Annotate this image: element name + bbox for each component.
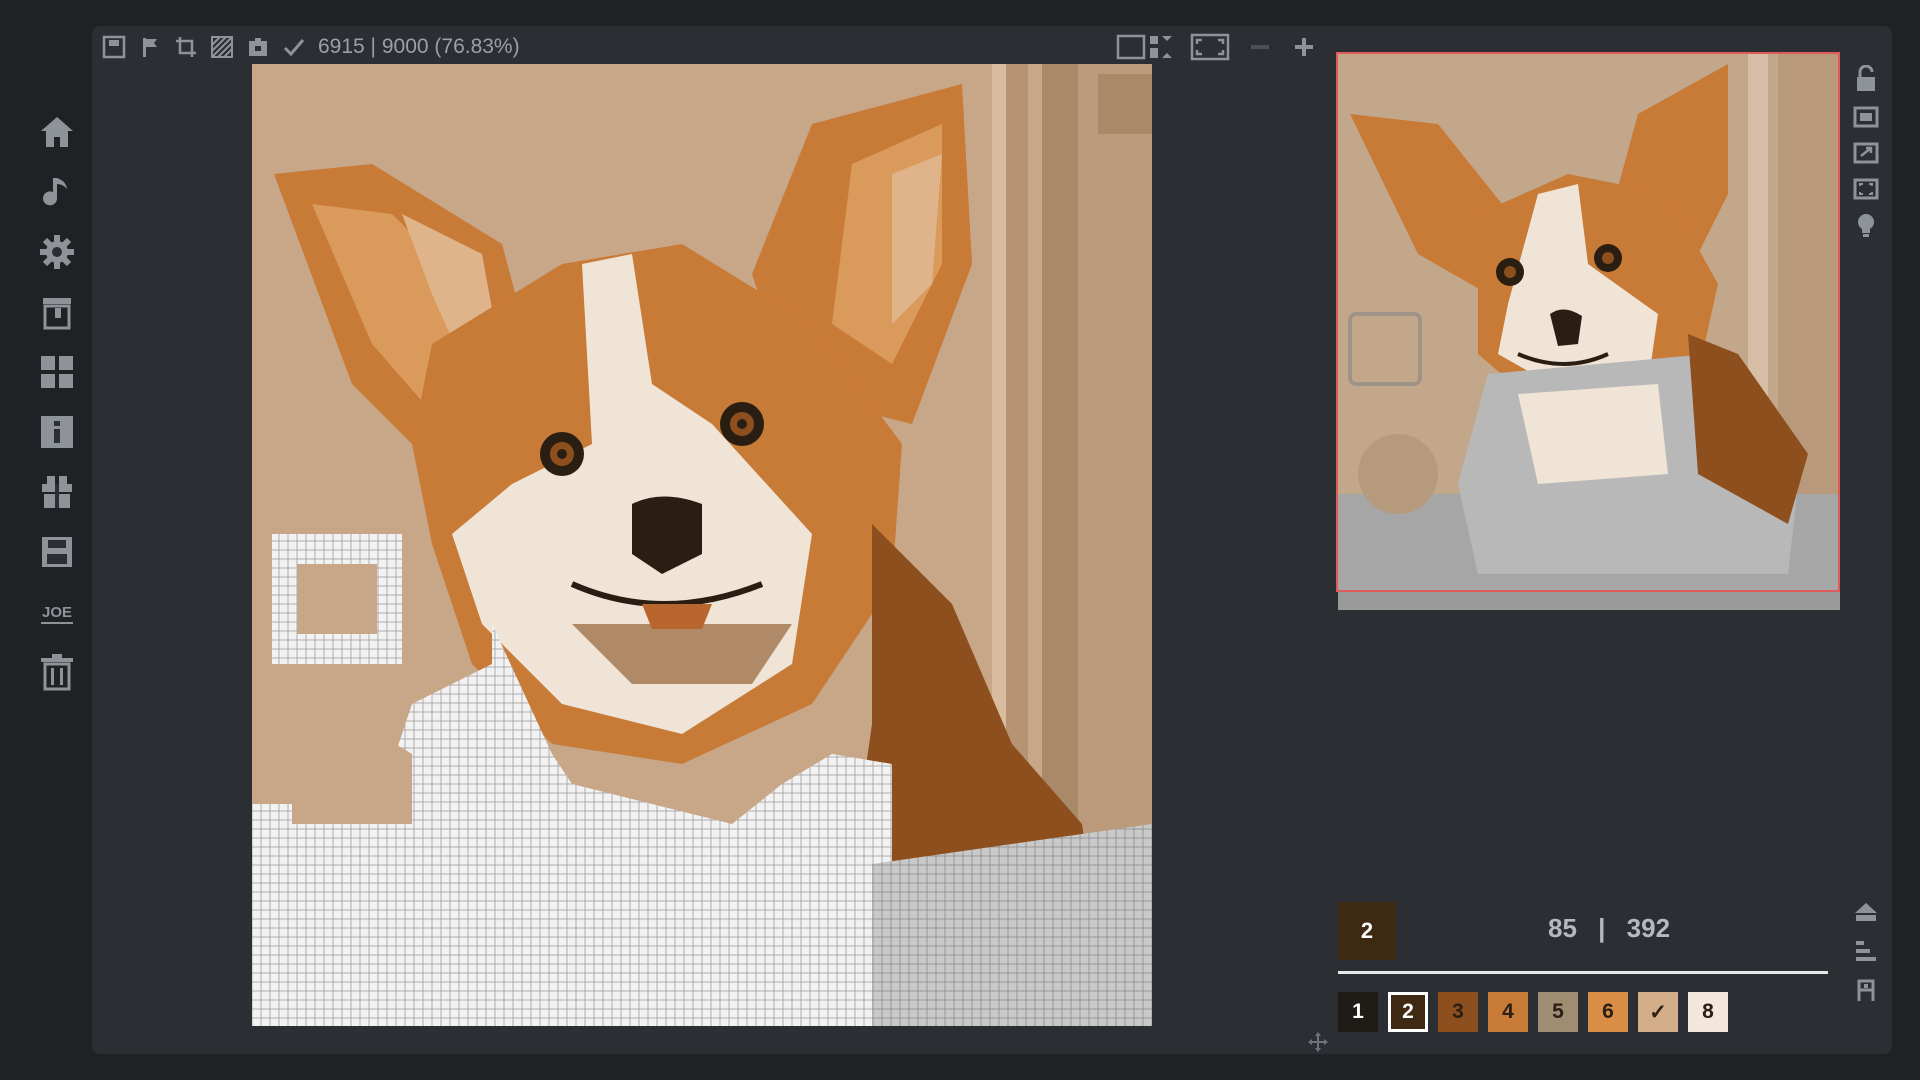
- zoom-out-button[interactable]: [1244, 33, 1276, 61]
- gift-icon: [42, 476, 72, 508]
- home-icon: [41, 117, 73, 147]
- zoom-in-button[interactable]: [1288, 33, 1320, 61]
- sidebar-item-paint[interactable]: [30, 288, 84, 336]
- palette-swatch[interactable]: 1: [1338, 992, 1378, 1032]
- filled-count: 85: [1548, 913, 1577, 943]
- palette-swatch-label: 4: [1502, 1000, 1514, 1023]
- dashboard-icon: [41, 356, 73, 388]
- palette-swatch-label: 5: [1552, 1000, 1564, 1023]
- music-icon: [43, 178, 67, 206]
- palette-swatch-label: 6: [1602, 1000, 1614, 1023]
- current-color-swatch: 2: [1338, 902, 1396, 960]
- svg-text:JOE: JOE: [42, 604, 72, 621]
- info-icon: [41, 416, 73, 448]
- fit-icon: [1853, 178, 1879, 200]
- sidebar-item-info[interactable]: [30, 408, 84, 456]
- fit-button[interactable]: [1848, 172, 1884, 206]
- palette-swatch-label: ✓: [1649, 1000, 1667, 1024]
- hatch-button[interactable]: [208, 33, 236, 61]
- palette-swatch-label: 2: [1402, 1000, 1414, 1023]
- palette-swatch[interactable]: 6: [1588, 992, 1628, 1032]
- lock-button[interactable]: [1848, 62, 1884, 96]
- zoom-in-icon: [1295, 38, 1313, 56]
- lightbulb-icon: [1858, 214, 1874, 237]
- sidebar-item-joe[interactable]: JOE: [30, 588, 84, 636]
- hatch-icon: [211, 36, 233, 58]
- arrow-up-icon: [1855, 903, 1877, 921]
- toolbar: 6915 | 9000 (76.83%): [100, 30, 520, 64]
- color-palette: 1 2 3 4 5 6 ✓ 8: [1338, 992, 1738, 1032]
- preview-panel[interactable]: [1336, 52, 1840, 592]
- move-icon[interactable]: [1306, 1030, 1330, 1054]
- flag-button[interactable]: [136, 33, 164, 61]
- sort-button[interactable]: [1848, 934, 1884, 968]
- sidebar-item-home[interactable]: [30, 108, 84, 156]
- check-button[interactable]: [280, 33, 308, 61]
- font-icon: [1857, 979, 1875, 1001]
- palette-swatch[interactable]: 8: [1688, 992, 1728, 1032]
- paint-bucket-icon: [43, 298, 71, 330]
- sidebar-item-gift[interactable]: [30, 468, 84, 516]
- count-separator: |: [1598, 913, 1606, 943]
- trash-icon: [41, 654, 73, 691]
- puzzle-button[interactable]: [244, 33, 272, 61]
- save-button[interactable]: [100, 33, 128, 61]
- unlock-icon: [1857, 65, 1875, 91]
- flag-icon: [143, 38, 157, 57]
- sort-icon: [1856, 941, 1876, 961]
- palette-swatch[interactable]: 5: [1538, 992, 1578, 1032]
- palette-swatch-label: 1: [1352, 1000, 1364, 1023]
- crop-button[interactable]: [172, 33, 200, 61]
- fullscreen-icon: [1190, 33, 1230, 61]
- palette-swatch-label: 3: [1452, 1000, 1464, 1023]
- sidebar-item-settings[interactable]: [30, 228, 84, 276]
- total-count: 392: [1626, 913, 1671, 943]
- crop-icon: [176, 37, 196, 57]
- sidebar-item-dashboard[interactable]: [30, 348, 84, 396]
- sidebar-item-trash[interactable]: [30, 648, 84, 696]
- joe-logo-icon: JOE: [41, 604, 73, 624]
- save-disk-icon: [42, 537, 72, 567]
- paint-canvas[interactable]: [252, 64, 1152, 1026]
- layout-icon: [1116, 34, 1172, 60]
- fullscreen-button[interactable]: [1188, 33, 1232, 61]
- progress-text: 6915 | 9000 (76.83%): [318, 35, 520, 58]
- palette-swatch-label: 8: [1702, 1000, 1714, 1023]
- layout-button[interactable]: [1116, 33, 1176, 61]
- palette-swatch[interactable]: 3: [1438, 992, 1478, 1032]
- scroll-up-button[interactable]: [1848, 896, 1884, 930]
- color-count: 85 | 392: [1548, 913, 1670, 944]
- sidebar-item-save[interactable]: [30, 528, 84, 576]
- save-icon: [102, 35, 126, 59]
- frame-button[interactable]: [1848, 100, 1884, 134]
- check-icon: [283, 39, 305, 57]
- settings-icon: [40, 235, 74, 269]
- palette-swatch[interactable]: ✓: [1638, 992, 1678, 1032]
- palette-swatch[interactable]: 2: [1388, 992, 1428, 1032]
- font-button[interactable]: [1848, 972, 1884, 1006]
- current-color-number: 2: [1360, 918, 1374, 943]
- view-toolbar: [1116, 30, 1332, 64]
- puzzle-icon: [249, 38, 267, 56]
- expand-button[interactable]: [1848, 136, 1884, 170]
- zoom-out-icon: [1251, 45, 1269, 49]
- preview-scrollbar[interactable]: [1338, 592, 1840, 610]
- frame-icon: [1853, 106, 1879, 128]
- sidebar-item-music[interactable]: [30, 168, 84, 216]
- palette-swatch[interactable]: 4: [1488, 992, 1528, 1032]
- palette-divider: [1338, 971, 1828, 974]
- preview-image: [1338, 54, 1838, 590]
- expand-icon: [1853, 142, 1879, 164]
- pixel-art-image: [252, 64, 1152, 1026]
- hint-button[interactable]: [1848, 208, 1884, 242]
